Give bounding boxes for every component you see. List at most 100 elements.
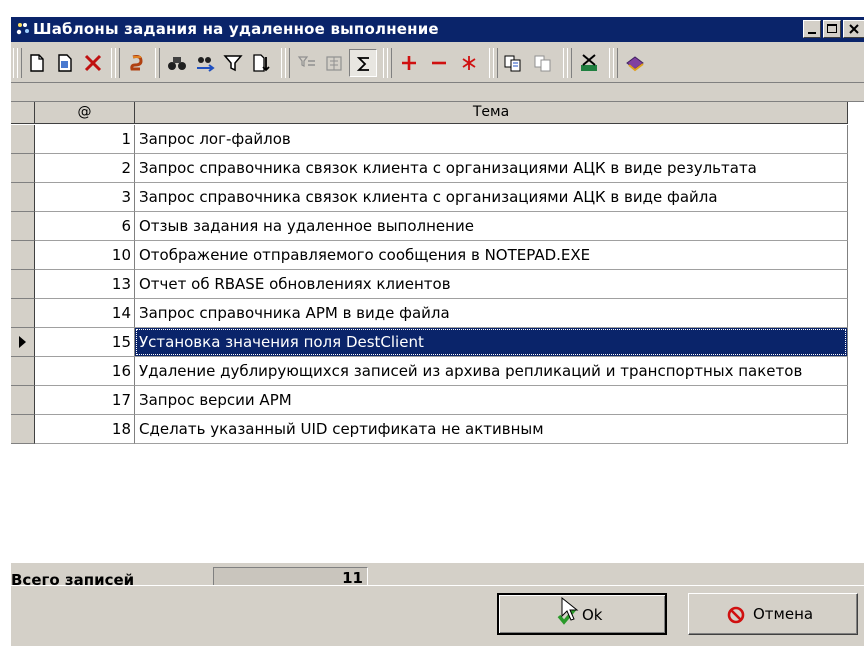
cell-num[interactable]: 15 [35,328,135,357]
row-indicator[interactable] [11,328,35,357]
copy-record-button[interactable] [51,49,79,77]
cell-num[interactable]: 6 [35,212,135,241]
filter-button[interactable] [219,49,247,77]
excel-export-icon [581,54,597,71]
cell-theme-text: Сделать указанный UID сертификата не акт… [139,420,544,438]
ok-label: Ok [582,606,603,624]
sum-button[interactable] [349,49,377,77]
cancel-button[interactable]: Отмена [688,593,858,635]
delete-button[interactable] [79,49,107,77]
book-icon [626,56,644,72]
cell-theme[interactable]: Запрос справочника АРМ в виде файла [135,299,848,328]
column-header-num[interactable]: @ [35,102,135,124]
cancel-label: Отмена [753,605,814,623]
row-indicator[interactable] [11,357,35,386]
cell-theme[interactable]: Установка значения поля DestClient [135,328,848,357]
close-button[interactable] [843,20,864,38]
table-row[interactable]: 14 Запрос справочника АРМ в виде файла [11,299,848,328]
cell-num[interactable]: 14 [35,299,135,328]
cell-num[interactable]: 10 [35,241,135,270]
find-button[interactable] [163,49,191,77]
row-indicator[interactable] [11,386,35,415]
cell-theme[interactable]: Отчет об RBASE обновлениях клиентов [135,270,848,299]
cell-theme-text: Запрос лог-файлов [139,130,291,148]
table-row[interactable]: 10 Отображение отправляемого сообщения в … [11,241,848,270]
no-entry-icon [727,606,745,624]
table-row[interactable]: 15 Установка значения поля DestClient [11,328,848,357]
app-icon [16,23,29,35]
cell-theme[interactable]: Запрос справочника связок клиента с орга… [135,154,848,183]
new-button[interactable] [23,49,51,77]
cell-num[interactable]: 2 [35,154,135,183]
current-row-arrow-icon [19,336,26,348]
excel-export-button[interactable] [575,49,603,77]
row-indicator[interactable] [11,299,35,328]
cell-theme-text: Установка значения поля DestClient [139,333,424,351]
row-indicator[interactable] [11,241,35,270]
dialog-window: Шаблоны задания на удаленное выполнение [10,16,864,646]
new-doc-icon [30,54,44,72]
select-all-button[interactable] [455,49,483,77]
table-row[interactable]: 18 Сделать указанный UID сертификата не а… [11,415,848,444]
mouse-cursor-icon [561,597,579,621]
find-next-button[interactable] [191,49,219,77]
cell-num[interactable]: 1 [35,125,135,154]
row-indicator[interactable] [11,183,35,212]
cell-num[interactable]: 17 [35,386,135,415]
row-indicator[interactable] [11,270,35,299]
cell-theme[interactable]: Удаление дублирующихся записей из архива… [135,357,848,386]
toolbar-separator [155,48,160,78]
ok-button[interactable]: Ok [497,593,667,635]
sort-button[interactable] [247,49,275,77]
cell-theme[interactable]: Запрос справочника связок клиента с орга… [135,183,848,212]
table-row[interactable]: 1 Запрос лог-файлов [11,125,848,154]
cell-num[interactable]: 13 [35,270,135,299]
calc-button[interactable] [321,49,349,77]
find-icon [168,57,186,70]
cell-theme[interactable]: Отзыв задания на удаленное выполнение [135,212,848,241]
toolbar-grip[interactable] [17,48,22,78]
minimize-icon [808,32,816,34]
cell-theme[interactable]: Сделать указанный UID сертификата не акт… [135,415,848,444]
table-row[interactable]: 3 Запрос справочника связок клиента с орг… [11,183,848,212]
toolbar-separator [567,48,572,78]
help-book-button[interactable] [621,49,649,77]
cell-theme-text: Отзыв задания на удаленное выполнение [139,217,474,235]
find-next-icon [197,57,215,72]
title-bar[interactable]: Шаблоны задания на удаленное выполнение [11,17,864,42]
cell-num[interactable]: 16 [35,357,135,386]
table-row[interactable]: 17 Запрос версии АРМ [11,386,848,415]
maximize-button[interactable] [823,20,841,38]
row-indicator[interactable] [11,415,35,444]
paste-button[interactable] [529,49,557,77]
clear-filter-button[interactable] [293,49,321,77]
copy-doc-icon [58,54,72,72]
table-row[interactable]: 16 Удаление дублирующихся записей из архи… [11,357,848,386]
cell-theme[interactable]: Запрос лог-файлов [135,125,848,154]
cell-num[interactable]: 3 [35,183,135,212]
remove-button[interactable] [425,49,453,77]
cell-theme-text: Запрос справочника АРМ в виде файла [139,304,450,322]
minimize-button[interactable] [803,20,821,38]
row-indicator[interactable] [11,125,35,154]
add-button[interactable] [395,49,423,77]
refresh-button[interactable] [123,49,151,77]
toolbar-separator [613,48,618,78]
column-header-theme[interactable]: Тема [135,102,848,124]
row-indicator[interactable] [11,154,35,183]
indicator-header [11,102,35,124]
table-row[interactable]: 2 Запрос справочника связок клиента с орг… [11,154,848,183]
window-title: Шаблоны задания на удаленное выполнение [33,20,439,38]
table-row[interactable]: 6 Отзыв задания на удаленное выполнение [11,212,848,241]
cell-num[interactable]: 18 [35,415,135,444]
cell-theme[interactable]: Отображение отправляемого сообщения в NO… [135,241,848,270]
copy-button[interactable] [499,49,527,77]
table-row[interactable]: 13 Отчет об RBASE обновлениях клиентов [11,270,848,299]
filter-icon [223,55,243,72]
cell-theme-text: Запрос справочника связок клиента с орга… [139,159,757,177]
calc-icon [326,56,342,71]
cell-theme-text: Отчет об RBASE обновлениях клиентов [139,275,451,293]
row-indicator[interactable] [11,212,35,241]
cell-theme-text: Отображение отправляемого сообщения в NO… [139,246,591,264]
cell-theme[interactable]: Запрос версии АРМ [135,386,848,415]
